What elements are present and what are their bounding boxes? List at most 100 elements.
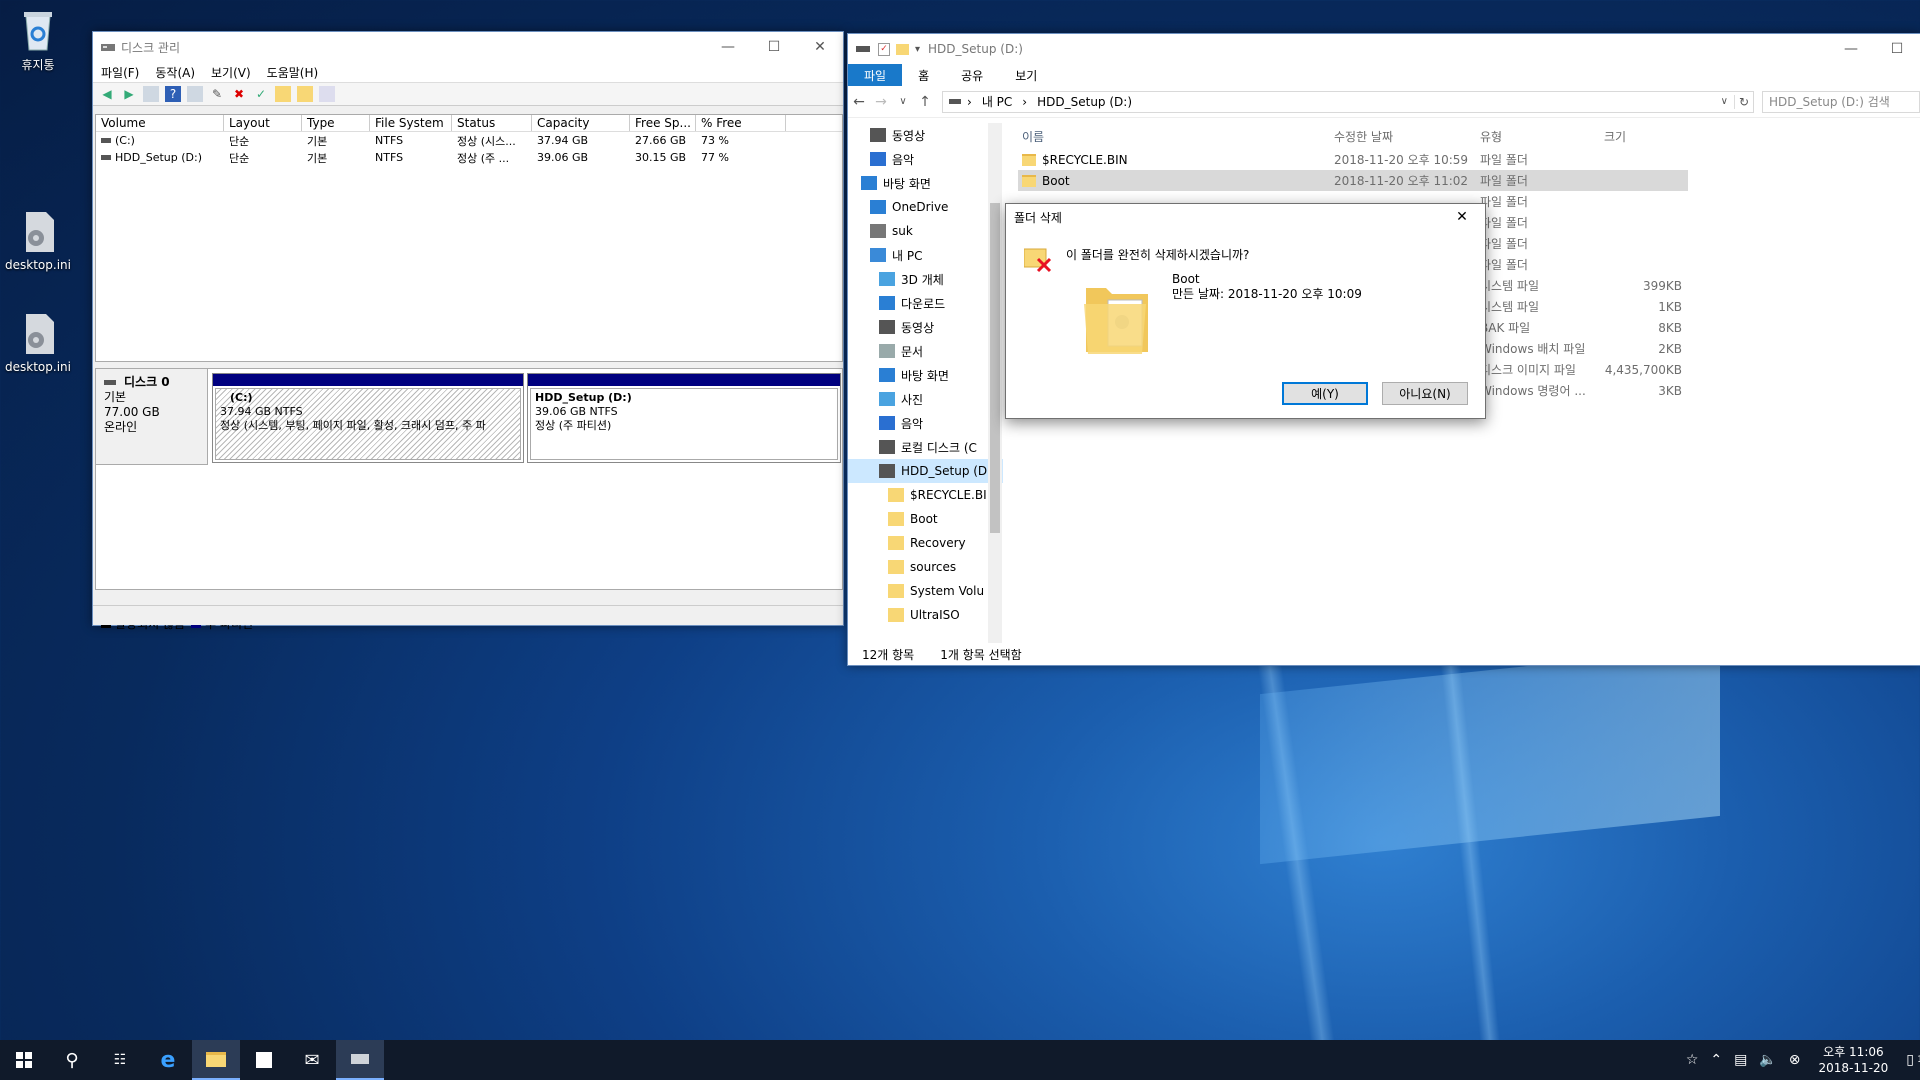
nav-item[interactable]: UltraISO	[848, 603, 1003, 627]
nav-item[interactable]: HDD_Setup (D	[848, 459, 1003, 483]
menu-action[interactable]: 동작(A)	[155, 64, 195, 81]
address-bar[interactable]: › 내 PC › HDD_Setup (D:) ∨ ↻	[942, 90, 1754, 113]
nav-item[interactable]: suk	[848, 219, 1003, 243]
connect-icon[interactable]: ✎	[209, 86, 225, 102]
nav-item[interactable]: 3D 개체	[848, 267, 1003, 291]
nav-item[interactable]: 다운로드	[848, 291, 1003, 315]
nav-item[interactable]: 동영상	[848, 315, 1003, 339]
chevron-up-icon[interactable]: ⌃	[1710, 1052, 1722, 1068]
desktop-icon-recycle-bin[interactable]: 휴지통	[0, 8, 76, 73]
tab-file[interactable]: 파일	[848, 64, 903, 86]
menu-file[interactable]: 파일(F)	[101, 64, 139, 81]
nav-item[interactable]: OneDrive	[848, 195, 1003, 219]
chevron-down-icon[interactable]: ▾	[915, 44, 920, 55]
column-header[interactable]: Volume	[96, 115, 224, 131]
nav-item[interactable]: 음악	[848, 147, 1003, 171]
console-tree-icon[interactable]	[143, 86, 159, 102]
menu-view[interactable]: 보기(V)	[211, 64, 251, 81]
file-explorer-taskbar-icon[interactable]	[192, 1040, 240, 1080]
column-header[interactable]: Type	[302, 115, 370, 131]
properties-icon[interactable]: ✓	[878, 42, 890, 56]
table-row[interactable]: (C:) 단순 기본 NTFS 정상 (시스... 37.94 GB 27.66…	[96, 132, 842, 149]
address-dropdown-icon[interactable]: ∨	[1721, 96, 1728, 107]
mail-icon[interactable]: ✉	[288, 1040, 336, 1080]
up-arrow-icon[interactable]: ↑	[914, 94, 936, 110]
column-header[interactable]: Status	[452, 115, 532, 131]
list-view-icon[interactable]	[319, 86, 335, 102]
folder-search-icon[interactable]	[297, 86, 313, 102]
folder-up-icon[interactable]	[275, 86, 291, 102]
network-icon[interactable]: ▤	[1734, 1052, 1747, 1068]
desktop-icon-desktop-ini[interactable]: desktop.ini	[0, 312, 76, 374]
tab-view[interactable]: 보기	[999, 64, 1053, 86]
dialog-title-bar[interactable]: 폴더 삭제 ✕	[1006, 204, 1485, 230]
tab-share[interactable]: 공유	[945, 64, 999, 86]
partition-d[interactable]: HDD_Setup (D:) 39.06 GB NTFS 정상 (주 파티션)	[527, 373, 841, 463]
scrollbar[interactable]	[988, 123, 1002, 643]
task-view-icon[interactable]: ☷	[96, 1040, 144, 1080]
refresh-icon[interactable]: ↻	[1733, 94, 1753, 109]
clock[interactable]: 오후 11:06 2018-11-20	[1819, 1044, 1889, 1076]
column-header[interactable]: % Free	[696, 115, 786, 131]
help-icon[interactable]: ?	[165, 86, 181, 102]
search-icon[interactable]: ⚲	[48, 1040, 96, 1080]
people-icon[interactable]: ☆	[1686, 1052, 1699, 1068]
start-button[interactable]	[0, 1040, 48, 1080]
nav-item[interactable]: Recovery	[848, 531, 1003, 555]
nav-item[interactable]: sources	[848, 555, 1003, 579]
delete-icon[interactable]: ✖	[231, 86, 247, 102]
close-button[interactable]: ✕	[1439, 204, 1485, 230]
breadcrumb-item[interactable]: HDD_Setup (D:)	[1037, 95, 1132, 109]
disk-management-taskbar-icon[interactable]	[336, 1040, 384, 1080]
tab-home[interactable]: 홈	[902, 64, 945, 86]
checklist-icon[interactable]: ✓	[253, 86, 269, 102]
title-bar[interactable]: ✓ ▾ HDD_Setup (D:) — ☐	[848, 34, 1920, 64]
minimize-button[interactable]: —	[1828, 34, 1874, 64]
back-arrow-icon[interactable]: ←	[848, 94, 870, 110]
disk-info[interactable]: 디스크 0 기본 77.00 GB 온라인	[96, 369, 208, 465]
volume-icon[interactable]: 🔈	[1759, 1052, 1776, 1068]
partition-c[interactable]: (C:) 37.94 GB NTFS 정상 (시스템, 부팅, 페이지 파일, …	[212, 373, 524, 463]
column-header[interactable]: Capacity	[532, 115, 630, 131]
nav-item[interactable]: Boot	[848, 507, 1003, 531]
close-button[interactable]: ✕	[797, 32, 843, 62]
nav-item[interactable]: 내 PC	[848, 243, 1003, 267]
store-icon[interactable]	[240, 1040, 288, 1080]
search-input[interactable]: HDD_Setup (D:) 검색	[1762, 90, 1920, 113]
file-row[interactable]: Boot 2018-11-20 오후 11:02 파일 폴더	[1018, 170, 1688, 191]
maximize-button[interactable]: ☐	[1874, 34, 1920, 64]
column-header[interactable]: File System	[370, 115, 452, 131]
nav-item[interactable]: 사진	[848, 387, 1003, 411]
nav-item[interactable]: 로컬 디스크 (C	[848, 435, 1003, 459]
forward-arrow-icon[interactable]: →	[870, 94, 892, 110]
column-header-type[interactable]: 유형	[1480, 128, 1600, 145]
menu-help[interactable]: 도움말(H)	[267, 64, 319, 81]
table-row[interactable]: HDD_Setup (D:) 단순 기본 NTFS 정상 (주 ... 39.0…	[96, 149, 842, 166]
ime-icon[interactable]: ⊗	[1789, 1052, 1801, 1068]
nav-item[interactable]: 동영상	[848, 123, 1003, 147]
breadcrumb-item[interactable]: 내 PC	[982, 93, 1012, 110]
forward-arrow-icon[interactable]: ▶	[121, 86, 137, 102]
column-header-name[interactable]: 이름	[1018, 128, 1334, 145]
yes-button[interactable]: 예(Y)	[1282, 382, 1368, 405]
nav-item[interactable]: 바탕 화면	[848, 171, 1003, 195]
nav-item[interactable]: System Volu	[848, 579, 1003, 603]
column-header-size[interactable]: 크기	[1600, 128, 1682, 145]
edge-browser-icon[interactable]: e	[144, 1040, 192, 1080]
scrollbar-thumb[interactable]	[990, 203, 1000, 533]
notification-icon[interactable]: ▯1	[1906, 1052, 1920, 1068]
column-header-date[interactable]: 수정한 날짜	[1334, 128, 1480, 145]
file-row[interactable]: $RECYCLE.BIN 2018-11-20 오후 10:59 파일 폴더	[1018, 149, 1918, 170]
title-bar[interactable]: 디스크 관리 — ☐ ✕	[93, 32, 843, 62]
desktop-icon-desktop-ini[interactable]: desktop.ini	[0, 210, 76, 272]
nav-item[interactable]: 음악	[848, 411, 1003, 435]
new-folder-icon[interactable]	[896, 43, 909, 55]
minimize-button[interactable]: —	[705, 32, 751, 62]
column-header[interactable]: Free Sp...	[630, 115, 696, 131]
maximize-button[interactable]: ☐	[751, 32, 797, 62]
back-arrow-icon[interactable]: ◀	[99, 86, 115, 102]
nav-item[interactable]: 문서	[848, 339, 1003, 363]
nav-item[interactable]: 바탕 화면	[848, 363, 1003, 387]
no-button[interactable]: 아니요(N)	[1382, 382, 1468, 405]
recent-chevron-icon[interactable]: ∨	[892, 96, 914, 107]
